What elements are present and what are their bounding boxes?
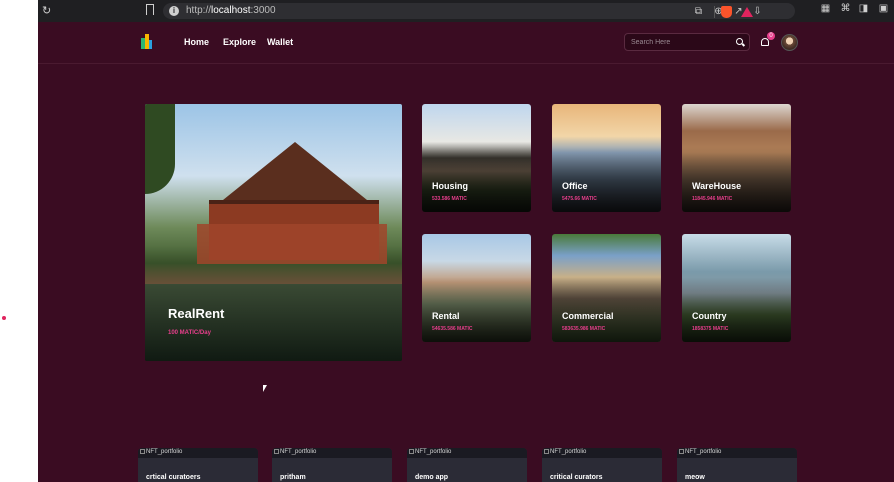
category-card-country[interactable]: Country 1858375 MATIC bbox=[682, 234, 791, 342]
brave-rewards-icon[interactable] bbox=[741, 7, 753, 17]
broken-image-alt: NFT_portfolio bbox=[544, 449, 586, 455]
portfolio-card[interactable]: NFT_portfolio meow bbox=[677, 448, 797, 482]
search-box bbox=[624, 33, 750, 51]
broken-image-icon bbox=[409, 449, 414, 454]
nav-explore[interactable]: Explore bbox=[223, 37, 256, 47]
wallet-icon[interactable]: ▣ bbox=[878, 3, 889, 14]
category-price: 1858375 MATIC bbox=[692, 326, 729, 332]
category-label: Commercial bbox=[562, 311, 614, 321]
toolbar-divider bbox=[714, 6, 715, 18]
category-price: 54635.586 MATIC bbox=[432, 326, 473, 332]
reload-icon[interactable]: ↻ bbox=[42, 4, 51, 17]
portfolio-name: pritham bbox=[280, 474, 306, 481]
portfolio-card[interactable]: NFT_portfolio critical curators bbox=[542, 448, 662, 482]
category-label: Housing bbox=[432, 181, 468, 191]
category-card-rental[interactable]: Rental 54635.586 MATIC bbox=[422, 234, 531, 342]
broken-image-alt: NFT_portfolio bbox=[409, 449, 451, 455]
left-gutter bbox=[0, 0, 38, 482]
hero-card[interactable]: RealRent 100 MATIC/Day bbox=[145, 104, 402, 361]
url-text[interactable]: http://localhost:3000 bbox=[186, 5, 276, 16]
broken-image-icon bbox=[679, 449, 684, 454]
category-card-housing[interactable]: Housing 533.586 MATIC bbox=[422, 104, 531, 212]
address-bar[interactable]: i http://localhost:3000 ⧉ ⊕ ↗ ⇩ bbox=[163, 3, 795, 19]
category-price: 11845.946 MATIC bbox=[692, 196, 733, 202]
broken-image-icon bbox=[140, 449, 145, 454]
broken-image-icon bbox=[544, 449, 549, 454]
hero-title: RealRent bbox=[168, 306, 225, 321]
bookmark-icon[interactable] bbox=[146, 4, 154, 15]
nav-home[interactable]: Home bbox=[184, 37, 209, 47]
site-info-icon[interactable]: i bbox=[169, 6, 179, 16]
house-porch-image bbox=[197, 224, 387, 264]
palm-tree-image bbox=[145, 104, 175, 194]
category-card-commercial[interactable]: Commercial 583635.986 MATIC bbox=[552, 234, 661, 342]
share-icon[interactable]: ⧉ bbox=[693, 6, 704, 17]
app: Home Explore Wallet 0 RealRent 100 MATIC… bbox=[38, 22, 894, 482]
category-price: 583635.986 MATIC bbox=[562, 326, 606, 332]
category-price: 5475.66 MATIC bbox=[562, 196, 597, 202]
avatar[interactable] bbox=[781, 34, 798, 51]
portfolio-name: critical curators bbox=[550, 474, 603, 481]
sidebar-icon[interactable]: ◨ bbox=[858, 3, 869, 14]
download-icon[interactable]: ⇩ bbox=[752, 6, 763, 17]
portfolio-card[interactable]: NFT_portfolio demo app bbox=[407, 448, 527, 482]
mouse-cursor-icon bbox=[263, 385, 267, 392]
navbar: Home Explore Wallet 0 bbox=[38, 22, 894, 64]
broken-image-icon bbox=[274, 449, 279, 454]
search-icon[interactable] bbox=[736, 38, 743, 45]
hero-subtitle: 100 MATIC/Day bbox=[168, 330, 211, 336]
notification-badge: 0 bbox=[767, 32, 775, 40]
red-dot bbox=[2, 316, 6, 320]
portfolio-name: crtical curatoers bbox=[146, 474, 201, 481]
broken-image-alt: NFT_portfolio bbox=[140, 449, 182, 455]
portfolio-card[interactable]: NFT_portfolio pritham bbox=[272, 448, 392, 482]
category-card-warehouse[interactable]: WareHouse 11845.946 MATIC bbox=[682, 104, 791, 212]
logo[interactable] bbox=[141, 34, 152, 49]
category-label: Office bbox=[562, 181, 588, 191]
house-roof-image bbox=[223, 142, 367, 200]
broken-image-alt: NFT_portfolio bbox=[274, 449, 316, 455]
brave-shield-icon[interactable] bbox=[721, 6, 732, 18]
portfolio-card[interactable]: NFT_portfolio crtical curatoers bbox=[138, 448, 258, 482]
portfolio-name: demo app bbox=[415, 474, 449, 481]
browser-toolbar: ↻ i http://localhost:3000 ⧉ ⊕ ↗ ⇩ ▦ ⌘ ◨ … bbox=[38, 0, 894, 22]
category-label: WareHouse bbox=[692, 181, 742, 191]
pond-image bbox=[145, 284, 402, 361]
portfolio-name: meow bbox=[685, 474, 705, 481]
search-input[interactable] bbox=[631, 36, 727, 48]
category-label: Rental bbox=[432, 311, 460, 321]
broken-image-alt: NFT_portfolio bbox=[679, 449, 721, 455]
category-card-office[interactable]: Office 5475.66 MATIC bbox=[552, 104, 661, 212]
nav-wallet[interactable]: Wallet bbox=[267, 37, 293, 47]
puzzle-icon[interactable]: ⌘ bbox=[840, 3, 851, 14]
category-label: Country bbox=[692, 311, 727, 321]
extensions-icon[interactable]: ▦ bbox=[820, 3, 831, 14]
category-price: 533.586 MATIC bbox=[432, 196, 467, 202]
